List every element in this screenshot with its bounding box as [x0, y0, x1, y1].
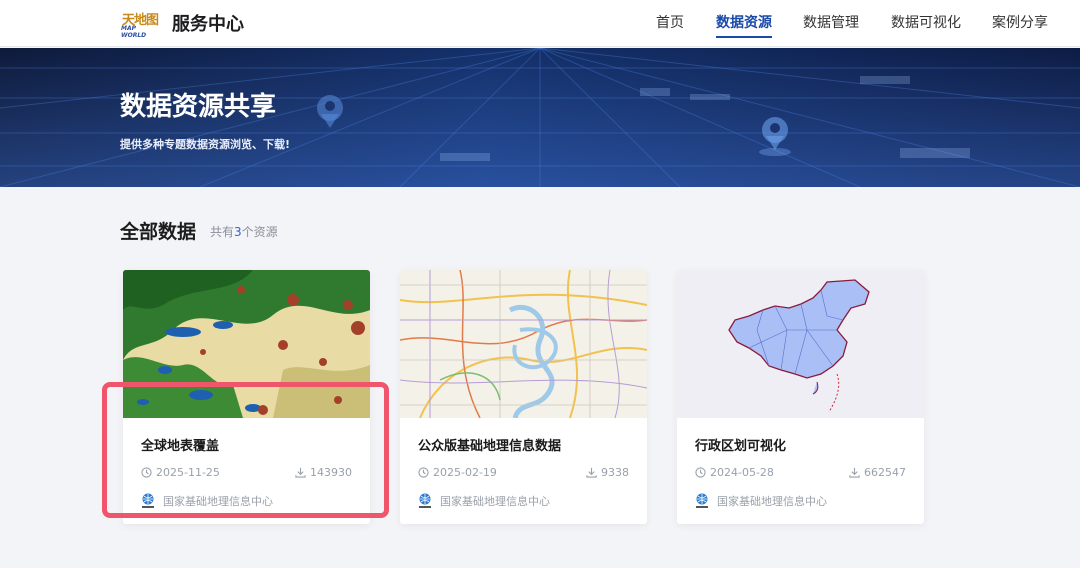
download-count: 143930 — [295, 466, 352, 479]
download-icon — [586, 467, 597, 478]
card-title[interactable]: 全球地表覆盖 — [141, 435, 219, 454]
date-text: 2024-05-28 — [710, 466, 774, 479]
brand-title: 服务中心 — [172, 14, 244, 35]
city-road-map-thumbnail — [400, 270, 647, 418]
provider: 国家基础地理信息中心 — [141, 493, 273, 509]
banner-subtitle: 提供多种专题数据资源浏览、下载! — [120, 138, 291, 151]
card-title[interactable]: 行政区划可视化 — [695, 435, 786, 454]
count-number: 3 — [234, 225, 242, 239]
download-count: 9338 — [586, 466, 629, 479]
download-icon — [849, 467, 860, 478]
nav-item-case-sharing[interactable]: 案例分享 — [992, 12, 1048, 38]
provider: 国家基础地理信息中心 — [418, 493, 550, 509]
publish-date: 2025-02-19 — [418, 466, 497, 479]
clock-icon — [141, 467, 152, 478]
ngcc-logo-icon — [419, 493, 431, 508]
publish-date: 2025-11-25 — [141, 466, 220, 479]
provider-name: 国家基础地理信息中心 — [717, 495, 827, 508]
resource-card-admin-division[interactable]: 行政区划可视化 2024-05-28 662547 国家基础地理信息中心 — [677, 270, 924, 524]
banner-title: 数据资源共享 — [120, 92, 277, 122]
logo-subtext: MAP WORLD — [121, 25, 147, 39]
nav-item-data-resources[interactable]: 数据资源 — [716, 12, 772, 38]
ngcc-logo-icon — [696, 493, 708, 508]
date-text: 2025-11-25 — [156, 466, 220, 479]
card-title[interactable]: 公众版基础地理信息数据 — [418, 435, 561, 454]
land-cover-map-thumbnail — [123, 270, 370, 418]
nav-item-data-visualization[interactable]: 数据可视化 — [891, 12, 961, 38]
hero-banner: 数据资源共享 提供多种专题数据资源浏览、下载! — [0, 48, 1080, 187]
section-title: 全部数据 — [120, 221, 197, 243]
provider-name: 国家基础地理信息中心 — [440, 495, 550, 508]
download-text: 662547 — [864, 466, 906, 479]
resource-card-public-basic-geo[interactable]: 公众版基础地理信息数据 2025-02-19 9338 国家基础地理信息中心 — [400, 270, 647, 524]
download-icon — [295, 467, 306, 478]
count-suffix: 个资源 — [241, 225, 278, 239]
date-text: 2025-02-19 — [433, 466, 497, 479]
download-text: 9338 — [601, 466, 629, 479]
provider: 国家基础地理信息中心 — [695, 493, 827, 509]
top-header: 天地图 MAP WORLD 服务中心 首页 数据资源 数据管理 数据可视化 案例… — [0, 0, 1080, 47]
ngcc-logo-icon — [142, 493, 154, 508]
provider-name: 国家基础地理信息中心 — [163, 495, 273, 508]
resource-card-land-cover[interactable]: 全球地表覆盖 2025-11-25 143930 国家基础地理信息中心 — [123, 270, 370, 524]
clock-icon — [418, 467, 429, 478]
download-count: 662547 — [849, 466, 906, 479]
resource-count: 共有3个资源 — [210, 223, 278, 240]
tianditu-logo[interactable]: 天地图 MAP WORLD — [120, 9, 162, 39]
count-prefix: 共有 — [210, 225, 235, 239]
nav-item-data-management[interactable]: 数据管理 — [803, 12, 859, 38]
download-text: 143930 — [310, 466, 352, 479]
publish-date: 2024-05-28 — [695, 466, 774, 479]
nav-item-home[interactable]: 首页 — [656, 12, 684, 38]
clock-icon — [695, 467, 706, 478]
china-admin-map-thumbnail — [677, 270, 924, 418]
